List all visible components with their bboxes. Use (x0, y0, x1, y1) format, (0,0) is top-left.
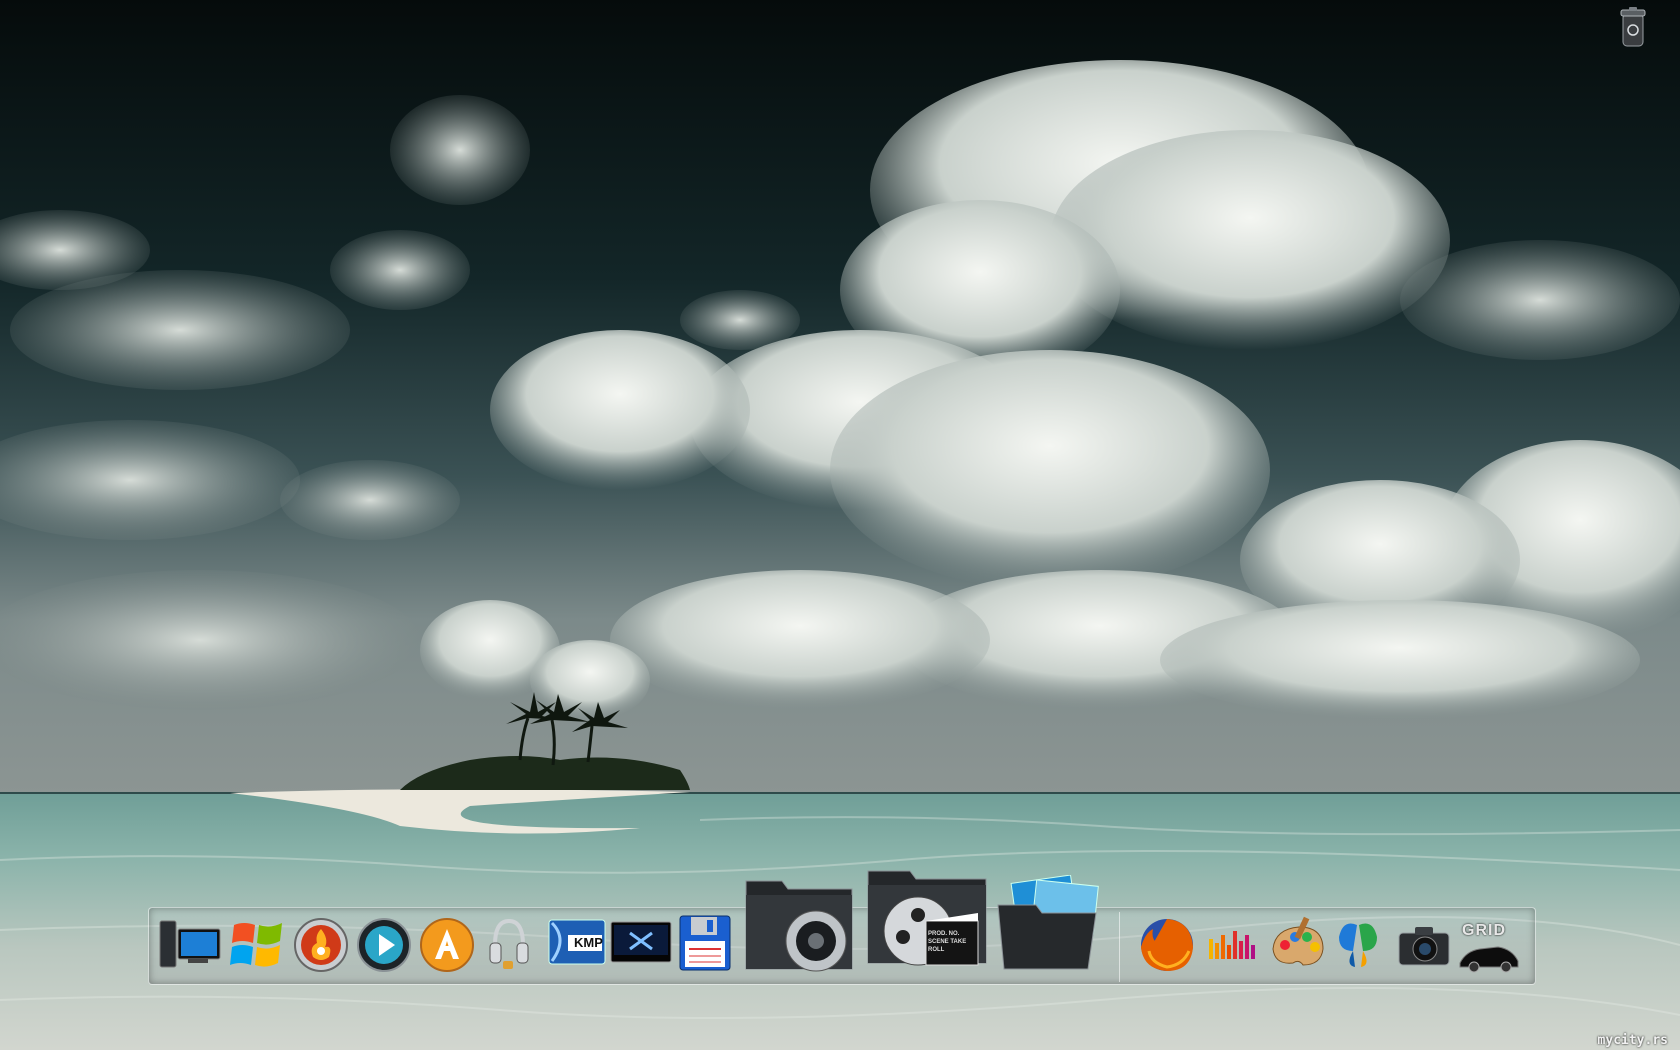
dock-item-video-folder[interactable]: PROD. NO. SCENE TAKE ROLL (866, 864, 990, 974)
equalizer-icon (1209, 931, 1255, 959)
dock-item-pictures-folder[interactable] (996, 874, 1102, 974)
dock-item-paint-app[interactable] (1268, 914, 1328, 974)
dock-item-media-player[interactable] (355, 916, 413, 974)
aimp-a-icon (420, 918, 474, 972)
dock-item-audio-equalizer[interactable] (1206, 920, 1262, 970)
headphones-icon (489, 918, 529, 969)
kmp-label: KMP (574, 935, 603, 950)
butterfly-icon (1339, 923, 1377, 967)
dock-separator (1119, 912, 1120, 982)
dock-item-firefox[interactable] (1136, 914, 1198, 976)
dock-item-music-folder[interactable] (742, 872, 856, 974)
play-button-icon (357, 918, 411, 972)
grid-label: GRID (1462, 922, 1506, 939)
speaker-folder-icon (745, 880, 853, 972)
photos-folder-icon (997, 875, 1099, 970)
recycle-bin-icon (1620, 7, 1646, 47)
computer-icon (159, 920, 221, 968)
dock-item-camera-app[interactable] (1396, 922, 1452, 968)
film-folder-icon (867, 870, 987, 966)
clapperboard-label: PROD. NO. SCENE TAKE ROLL (928, 931, 967, 953)
wallpaper-watermark: mycity.rs (1597, 1033, 1668, 1048)
windows-logo-icon (230, 923, 282, 967)
dock-item-kmplayer[interactable]: KMP (548, 918, 606, 970)
recycle-bin[interactable] (1618, 4, 1648, 50)
firefox-icon (1141, 919, 1193, 971)
dock-item-messenger[interactable] (1332, 916, 1384, 972)
dock-item-media-center[interactable] (610, 920, 672, 966)
tv-screen-icon (610, 921, 672, 963)
dock-item-audio-headphones[interactable] (484, 914, 534, 974)
floppy-disk-icon (679, 915, 731, 971)
dock-item-my-computer[interactable] (158, 914, 222, 974)
dock-item-windows-start[interactable] (226, 914, 288, 974)
dock-item-burning-app[interactable] (292, 916, 350, 974)
paint-palette-icon (1272, 916, 1324, 966)
dock-item-aimp-player[interactable] (418, 916, 476, 974)
flame-disc-icon (294, 918, 348, 972)
dock-item-floppy-save[interactable] (678, 914, 732, 972)
camera-icon (1398, 927, 1450, 966)
dock-item-race-driver-grid[interactable]: GRID (1456, 918, 1522, 974)
